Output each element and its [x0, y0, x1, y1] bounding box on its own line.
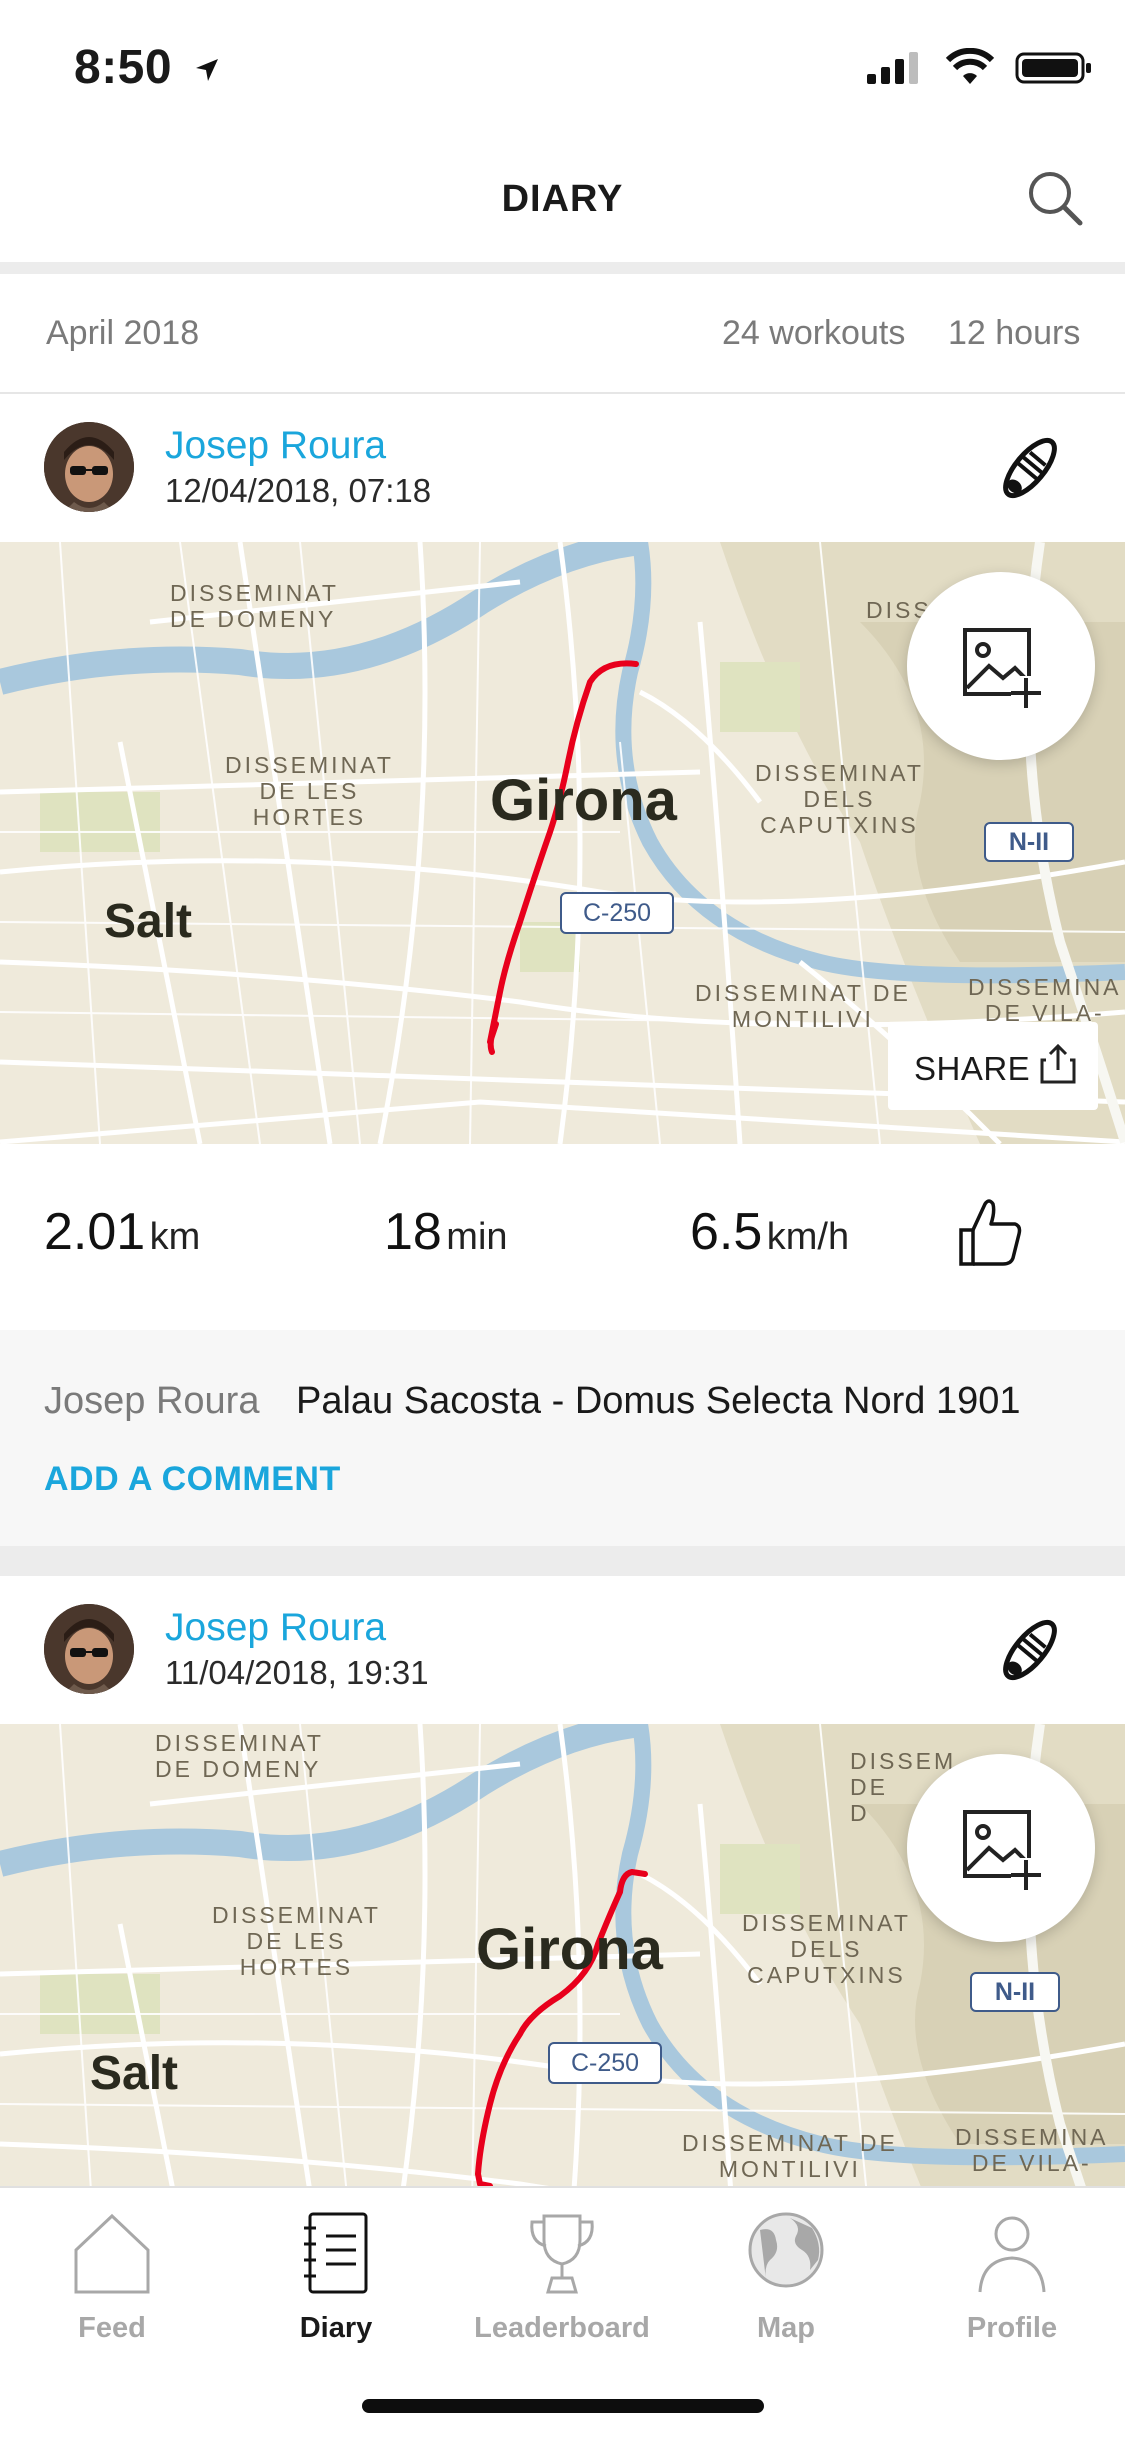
map-label-salt: Salt: [90, 2047, 179, 2100]
month-label: April 2018: [46, 314, 200, 352]
status-time: 8:50: [74, 40, 222, 95]
trophy-icon: [530, 2214, 594, 2294]
user-name[interactable]: Josep Roura: [165, 1606, 386, 1650]
status-time-text: 8:50: [74, 41, 173, 94]
duration-value: 18: [384, 1203, 442, 1261]
map-label-salt: Salt: [104, 895, 193, 948]
like-button[interactable]: [955, 1196, 1025, 1268]
road-sign-n2: N-II: [970, 1972, 1060, 2012]
share-icon: [1040, 1043, 1076, 1084]
page-title: DIARY: [501, 178, 624, 220]
speed-unit: km/h: [766, 1216, 850, 1258]
avatar[interactable]: [44, 1604, 134, 1694]
workout-map[interactable]: DISSEMINAT DE DOMENY DISSEMINAT DE LES H…: [0, 542, 1125, 1144]
distance-value: 2.01: [44, 1203, 146, 1261]
signal-icon: [867, 52, 918, 84]
card-separator: [0, 1546, 1125, 1576]
search-button[interactable]: [1025, 168, 1085, 228]
avatar-photo: [44, 422, 134, 512]
comment-author[interactable]: Josep Roura: [44, 1380, 259, 1423]
map-label-vila: DISSEMINA DE VILA-: [968, 974, 1122, 1026]
tab-profile[interactable]: Profile: [912, 2200, 1112, 2360]
notebook-icon: [304, 2212, 368, 2294]
tab-label: Leaderboard: [474, 2312, 650, 2344]
road-sign-c250: C-250: [548, 2042, 662, 2084]
comments-section: [0, 1330, 1125, 1546]
map-label-caputxins: DISSEMINAT DELS CAPUTXINS: [742, 1910, 911, 1988]
distance-stat: 2.01 km: [44, 1202, 200, 1262]
user-name[interactable]: Josep Roura: [165, 424, 386, 468]
workout-date: 11/04/2018, 19:31: [165, 1654, 429, 1691]
map-label-domeny: DISSEMINAT DE DOMENY: [155, 1730, 324, 1782]
map-label-caputxins: DISSEMINAT DELS CAPUTXINS: [755, 760, 924, 838]
header-divider: [0, 262, 1125, 274]
add-photo-button[interactable]: [907, 572, 1095, 760]
map-label-domeny: DISSEMINAT DE DOMENY: [170, 580, 339, 632]
search-icon: [1029, 172, 1083, 226]
running-shoe-icon: [990, 428, 1070, 508]
tab-label: Diary: [299, 2312, 373, 2344]
workout-map[interactable]: DISSEMINAT DE DOMENY DISSEMINAT DE LES H…: [0, 1724, 1125, 2186]
home-icon: [74, 2213, 150, 2294]
speed-stat: 6.5 km/h: [690, 1202, 849, 1262]
battery-icon: [1015, 52, 1091, 84]
tab-label: Profile: [966, 2312, 1058, 2344]
tab-label: Map: [757, 2312, 815, 2344]
road-sign-c250: C-250: [560, 892, 674, 934]
person-icon: [978, 2216, 1046, 2293]
add-photo-icon: [963, 628, 1041, 708]
map-label-hortes: DISSEMINAT DE LES HORTES: [212, 1902, 381, 1980]
duration-unit: min: [446, 1216, 508, 1258]
map-label-city: Girona: [476, 1917, 663, 1982]
map-label-city: Girona: [490, 768, 677, 833]
tab-leaderboard[interactable]: Leaderboard: [462, 2200, 662, 2360]
globe-icon: [748, 2212, 824, 2288]
share-label: SHARE: [914, 1050, 1031, 1087]
hours-total: 12 hours: [948, 314, 1081, 352]
avatar[interactable]: [44, 422, 134, 512]
map-label-montilivi: DISSEMINAT DE MONTILIVI: [682, 2130, 898, 2182]
add-comment-button[interactable]: ADD A COMMENT: [44, 1460, 341, 1499]
duration-stat: 18 min: [384, 1202, 508, 1262]
add-photo-button[interactable]: [907, 1754, 1095, 1942]
status-indicators: [865, 48, 1125, 88]
running-shoe-icon: [990, 1610, 1070, 1690]
home-indicator: [362, 2399, 764, 2413]
map-label-montilivi: DISSEMINAT DE MONTILIVI: [695, 980, 911, 1032]
distance-unit: km: [149, 1216, 201, 1258]
tab-label: Feed: [78, 2312, 146, 2344]
thumbs-up-icon: [959, 1199, 1022, 1266]
avatar-photo: [44, 1604, 134, 1694]
map-label-vila: DISSEMINA DE VILA-: [955, 2124, 1109, 2176]
location-arrow-icon: [195, 59, 218, 82]
comment-text: Palau Sacosta - Domus Selecta Nord 1901: [296, 1380, 1021, 1422]
tab-diary[interactable]: Diary: [236, 2200, 436, 2360]
workout-date: 12/04/2018, 07:18: [165, 472, 432, 509]
map-label-hortes: DISSEMINAT DE LES HORTES: [225, 752, 394, 830]
add-photo-icon: [963, 1810, 1041, 1890]
share-button[interactable]: SHARE: [888, 1022, 1098, 1110]
speed-value: 6.5: [690, 1203, 763, 1261]
tab-feed[interactable]: Feed: [12, 2200, 212, 2360]
workout-count: 24 workouts: [722, 314, 906, 352]
road-sign-n2: N-II: [984, 822, 1074, 862]
tab-map[interactable]: Map: [686, 2200, 886, 2360]
wifi-icon: [945, 48, 995, 84]
